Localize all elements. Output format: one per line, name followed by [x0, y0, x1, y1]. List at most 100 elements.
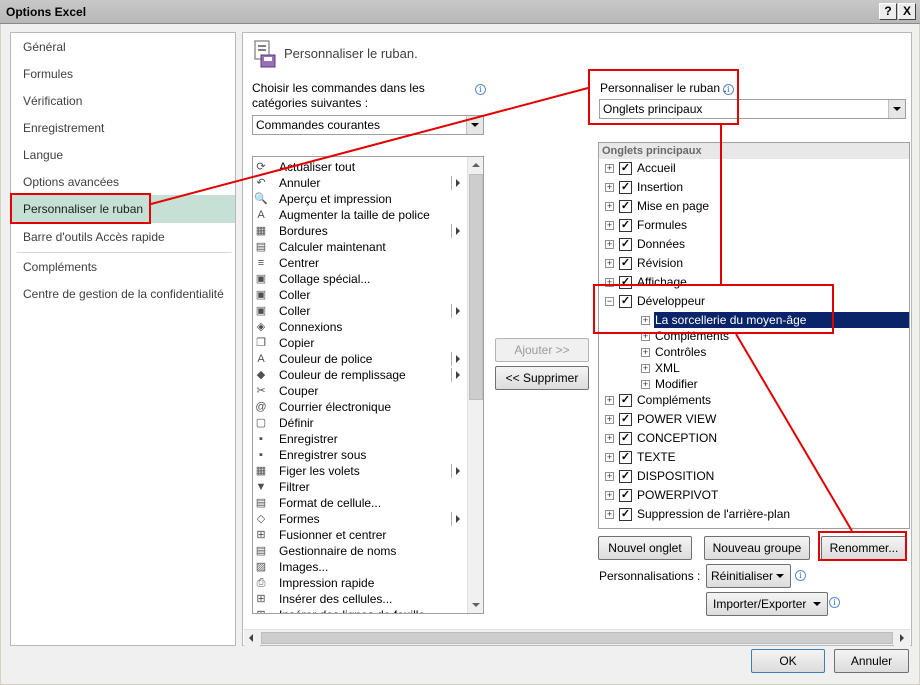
tree-tab-item[interactable]: + ✓ Insertion [599, 178, 909, 197]
command-item[interactable]: ⊞ Insérer des lignes de feuille [253, 607, 465, 613]
command-item[interactable]: ▪ Enregistrer sous [253, 447, 465, 463]
tab-checkbox[interactable]: ✓ [619, 200, 632, 213]
command-item[interactable]: ▦ Figer les volets [253, 463, 465, 479]
command-item[interactable]: ▣ Collage spécial... [253, 271, 465, 287]
command-item[interactable]: ◆ Couleur de remplissage [253, 367, 465, 383]
command-item[interactable]: ⎙ Impression rapide [253, 575, 465, 591]
command-item[interactable]: ▤ Gestionnaire de noms [253, 543, 465, 559]
nav-item-quick-access[interactable]: Barre d'outils Accès rapide [11, 223, 235, 251]
tree-tab-item[interactable]: + ✓ Révision [599, 254, 909, 273]
tab-checkbox[interactable]: ✓ [619, 451, 632, 464]
commands-category-dropdown[interactable]: Commandes courantes [252, 115, 484, 135]
tab-checkbox[interactable]: ✓ [619, 489, 632, 502]
tab-checkbox[interactable]: ✓ [619, 162, 632, 175]
chevron-down-icon[interactable] [888, 100, 905, 118]
scroll-up-button[interactable] [468, 157, 483, 173]
command-item[interactable]: ⊞ Fusionner et centrer [253, 527, 465, 543]
command-item[interactable]: ❐ Copier [253, 335, 465, 351]
ribbon-tabs-dropdown[interactable]: Onglets principaux [599, 99, 906, 119]
collapse-icon[interactable]: − [605, 297, 614, 306]
tree-tab-item[interactable]: + ✓ Mise en page [599, 197, 909, 216]
command-item[interactable]: ▼ Filtrer [253, 479, 465, 495]
tree-tab-item[interactable]: + ✓ POWERPIVOT [599, 486, 909, 505]
tree-tab-item[interactable]: + ✓ Compléments [599, 391, 909, 410]
tab-checkbox[interactable]: ✓ [619, 295, 632, 308]
command-item[interactable]: A Augmenter la taille de police [253, 207, 465, 223]
nav-item-trust-center[interactable]: Centre de gestion de la confidentialité [11, 280, 235, 308]
horizontal-scrollbar[interactable] [244, 629, 910, 646]
command-item[interactable]: ▪ Enregistrer [253, 431, 465, 447]
scroll-right-button[interactable] [894, 630, 910, 646]
expand-icon[interactable]: + [605, 221, 614, 230]
expand-icon[interactable]: + [605, 491, 614, 500]
tree-tab-item[interactable]: − ✓ Développeur [599, 292, 909, 311]
reset-button[interactable]: Réinitialiser [706, 564, 791, 588]
tab-checkbox[interactable]: ✓ [619, 470, 632, 483]
tree-tab-item[interactable]: + ✓ TEXTE [599, 448, 909, 467]
expand-icon[interactable]: + [641, 348, 650, 357]
remove-button[interactable]: << Supprimer [495, 366, 589, 390]
nav-item-save[interactable]: Enregistrement [11, 114, 235, 142]
tab-checkbox[interactable]: ✓ [619, 257, 632, 270]
expand-icon[interactable]: + [605, 164, 614, 173]
tree-tab-item[interactable]: + ✓ POWER VIEW [599, 410, 909, 429]
tab-checkbox[interactable]: ✓ [619, 432, 632, 445]
expand-icon[interactable]: + [605, 453, 614, 462]
tree-tab-item[interactable]: + ✓ Formules [599, 216, 909, 235]
expand-icon[interactable]: + [605, 510, 614, 519]
expand-icon[interactable]: + [605, 415, 614, 424]
expand-icon[interactable]: + [605, 240, 614, 249]
import-export-button[interactable]: Importer/Exporter [706, 592, 828, 616]
tab-checkbox[interactable]: ✓ [619, 394, 632, 407]
command-item[interactable]: ✂ Couper [253, 383, 465, 399]
command-item[interactable]: ▨ Images... [253, 559, 465, 575]
tree-tab-item[interactable]: + ✓ CONCEPTION [599, 429, 909, 448]
horizontal-scroll-thumb[interactable] [261, 632, 893, 644]
expand-icon[interactable]: + [605, 202, 614, 211]
commands-scrollbar[interactable] [467, 157, 483, 613]
tab-checkbox[interactable]: ✓ [619, 238, 632, 251]
command-item[interactable]: ⊞ Insérer des cellules... [253, 591, 465, 607]
command-item[interactable]: ▣ Coller [253, 287, 465, 303]
nav-item-advanced[interactable]: Options avancées [11, 168, 235, 196]
tree-tab-item[interactable]: + ✓ Affichage [599, 273, 909, 292]
tab-checkbox[interactable]: ✓ [619, 413, 632, 426]
nav-item-language[interactable]: Langue [11, 141, 235, 169]
command-item[interactable]: ▦ Bordures [253, 223, 465, 239]
expand-icon[interactable]: + [641, 380, 650, 389]
tab-checkbox[interactable]: ✓ [619, 508, 632, 521]
tree-tab-item[interactable]: + ✓ Suppression de l'arrière-plan [599, 505, 909, 524]
command-item[interactable]: ≡ Centrer [253, 255, 465, 271]
scroll-thumb[interactable] [469, 174, 483, 400]
command-item[interactable]: ▣ Coller [253, 303, 465, 319]
close-button[interactable]: X [898, 3, 916, 20]
new-tab-button[interactable]: Nouvel onglet [598, 536, 692, 560]
chevron-down-icon[interactable] [466, 116, 483, 134]
cancel-button[interactable]: Annuler [834, 649, 909, 673]
nav-item-formulas[interactable]: Formules [11, 60, 235, 88]
expand-icon[interactable]: + [605, 259, 614, 268]
expand-icon[interactable]: + [605, 434, 614, 443]
expand-icon[interactable]: + [641, 332, 650, 341]
rename-button[interactable]: Renommer... [821, 536, 907, 560]
command-item[interactable]: ▤ Calculer maintenant [253, 239, 465, 255]
tree-tab-item[interactable]: + ✓ Accueil [599, 159, 909, 178]
tab-checkbox[interactable]: ✓ [619, 219, 632, 232]
expand-icon[interactable]: + [605, 472, 614, 481]
ok-button[interactable]: OK [751, 649, 825, 673]
help-button[interactable]: ? [879, 3, 897, 20]
scroll-down-button[interactable] [468, 597, 483, 613]
tab-checkbox[interactable]: ✓ [619, 181, 632, 194]
tree-tab-item[interactable]: + ✓ Données [599, 235, 909, 254]
new-group-button[interactable]: Nouveau groupe [704, 536, 810, 560]
scroll-left-button[interactable] [244, 630, 260, 646]
expand-icon[interactable]: + [605, 396, 614, 405]
command-item[interactable]: 🔍 Aperçu et impression [253, 191, 465, 207]
command-item[interactable]: A Couleur de police [253, 351, 465, 367]
command-item[interactable]: ◈ Connexions [253, 319, 465, 335]
add-button[interactable]: Ajouter >> [495, 338, 589, 362]
nav-item-addins[interactable]: Compléments [11, 253, 235, 281]
expand-icon[interactable]: + [641, 316, 650, 325]
command-item[interactable]: ⟳ Actualiser tout [253, 159, 465, 175]
expand-icon[interactable]: + [605, 278, 614, 287]
